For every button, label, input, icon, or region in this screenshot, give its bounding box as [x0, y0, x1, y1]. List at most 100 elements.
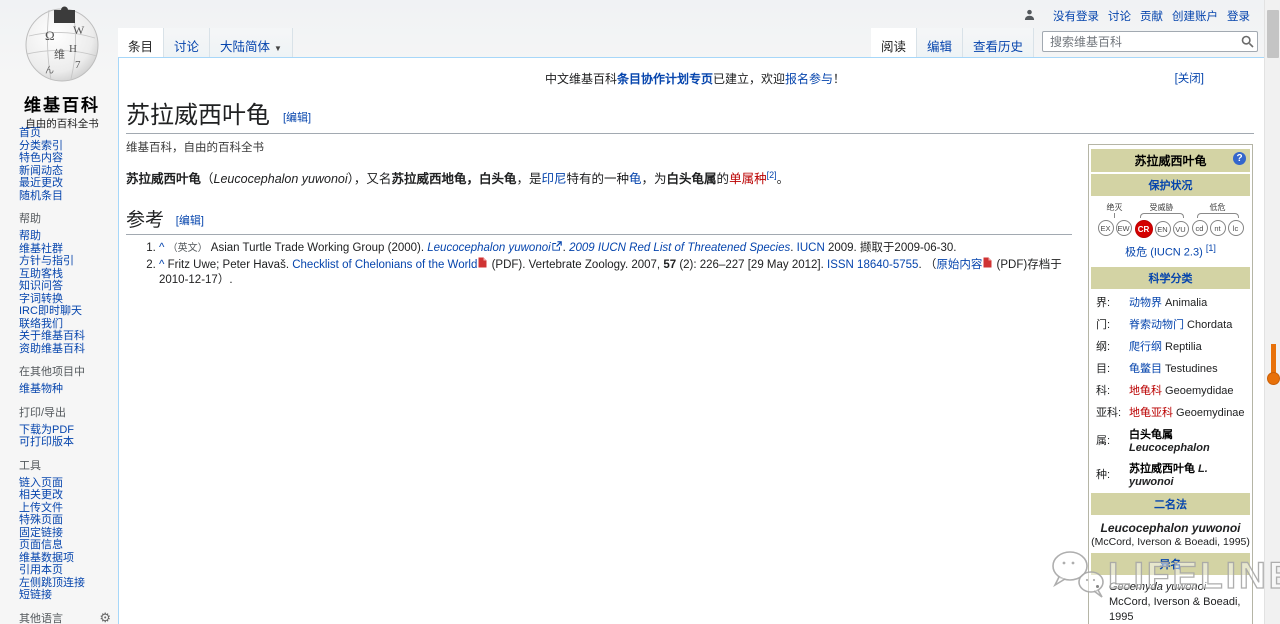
sidebar-item-相关更改[interactable]: 相关更改 [19, 489, 118, 502]
view-tabs: 阅读 编辑 查看历史 [870, 28, 1034, 57]
inline-link[interactable]: 印尼 [541, 172, 566, 186]
sidebar-item-资助维基百科[interactable]: 资助维基百科 [19, 343, 118, 356]
sidebar-item-新闻动态[interactable]: 新闻动态 [19, 165, 118, 178]
sidebar-item-固定链接[interactable]: 固定链接 [19, 527, 118, 540]
search-input[interactable] [1042, 31, 1258, 52]
sidebar-item-分类索引[interactable]: 分类索引 [19, 140, 118, 153]
inline-text: 特有的一种 [566, 172, 629, 187]
personal-link[interactable]: 登录 [1227, 11, 1250, 23]
taxonomy-row: 纲: 爬行纲 Reptilia [1091, 335, 1250, 357]
inline-link[interactable]: 条目协作计划专页 [617, 72, 713, 86]
inline-link[interactable]: 极危 [1125, 247, 1147, 259]
sidebar-item-方针与指引[interactable]: 方针与指引 [19, 255, 118, 268]
title-edit-link[interactable]: [编辑] [283, 112, 311, 124]
binomial-link[interactable]: 二名法 [1154, 499, 1187, 511]
sidebar-item-知识问答[interactable]: 知识问答 [19, 280, 118, 293]
iucn-group-label: 低危 [1209, 203, 1226, 212]
sidebar-item-引用本页[interactable]: 引用本页 [19, 564, 118, 577]
help-icon[interactable]: ? [1233, 152, 1246, 165]
tab-大陆简体[interactable]: 大陆简体 ▼ [210, 28, 293, 57]
inline-link[interactable]: 龟 [629, 172, 642, 186]
pdf-icon[interactable] [983, 257, 992, 271]
sidebar-item-特色内容[interactable]: 特色内容 [19, 152, 118, 165]
inline-link[interactable]: IUCN [797, 242, 825, 254]
sidebar-item-联络我们[interactable]: 联络我们 [19, 318, 118, 331]
taxon-link[interactable]: 龟鳖目 [1129, 363, 1162, 375]
inline-text: (PDF). Vertebrate Zoology. 2007, [488, 259, 664, 272]
inline-link[interactable]: 原始内容 [936, 259, 982, 271]
taxon-link[interactable]: 爬行纲 [1129, 341, 1162, 353]
conservation-status-link[interactable]: 保护状况 [1149, 180, 1193, 192]
sidebar-item-短链接[interactable]: 短链接 [19, 589, 118, 602]
taxon-link[interactable]: 地龟亚科 [1129, 407, 1173, 419]
gear-icon[interactable]: ⚙ [99, 610, 111, 624]
tab-讨论[interactable]: 讨论 [164, 28, 211, 57]
inline-link[interactable]: 单属种 [729, 172, 767, 186]
inline-link[interactable]: ISSN 18640-5755 [827, 259, 918, 271]
inline-link[interactable]: Checklist of Chelonians of the World [292, 259, 477, 271]
inline-link[interactable]: 报名参与 [785, 72, 833, 86]
inline-link[interactable]: ^ [159, 259, 168, 271]
conservation-status-bar: 保护状况 [1091, 174, 1250, 196]
sidebar-item-下载为PDF[interactable]: 下载为PDF [19, 424, 118, 437]
sidebar-item-首页[interactable]: 首页 [19, 127, 118, 140]
sidebar-item-维基物种[interactable]: 维基物种 [19, 383, 118, 396]
inline-link[interactable]: 2009 IUCN Red List of Threatened Species [569, 242, 790, 254]
taxonomy-row: 属: 白头龟属 Leucocephalon [1091, 423, 1250, 457]
references-list: ^ （英文） Asian Turtle Trade Working Group … [126, 240, 1064, 288]
iucn-circles: CR EN VU [1134, 220, 1189, 238]
sidebar-item-特殊页面[interactable]: 特殊页面 [19, 514, 118, 527]
wikipedia-logo[interactable]: Ω W H 维 7 ん 维基百科 自由的百科全书 [12, 6, 112, 131]
sidebar-heading: 其他语言 ⚙ [19, 610, 111, 624]
taxon-link[interactable]: 脊索动物门 [1129, 319, 1184, 331]
taxonomy-rank: 界: [1096, 296, 1111, 309]
sidebar-item-IRC即时聊天[interactable]: IRC即时聊天 [19, 305, 118, 318]
tab-编辑[interactable]: 编辑 [916, 28, 963, 57]
search-icon[interactable] [1241, 35, 1254, 51]
notice-close-link[interactable]: [关闭] [1175, 70, 1204, 86]
inline-link[interactable]: ^ [159, 242, 168, 254]
sidebar-item-链入页面[interactable]: 链入页面 [19, 477, 118, 490]
sidebar-item-随机条目[interactable]: 随机条目 [19, 190, 118, 203]
taxon-link[interactable]: 动物界 [1129, 297, 1162, 309]
personal-link[interactable]: 讨论 [1108, 11, 1131, 23]
binomial-authority: (McCord, Iverson & Boeadi, 1995) [1091, 535, 1250, 548]
sidebar-item-维基社群[interactable]: 维基社群 [19, 243, 118, 256]
inline-text: Asian Turtle Trade Working Group (2000). [207, 241, 428, 254]
sidebar-item-上传文件[interactable]: 上传文件 [19, 502, 118, 515]
inline-link[interactable]: Leucocephalon yuwonoi [427, 242, 550, 254]
pdf-icon[interactable] [478, 257, 487, 271]
taxon-link[interactable]: 地龟科 [1129, 385, 1162, 397]
iucn-brace [1114, 213, 1115, 218]
personal-link[interactable]: 创建账户 [1172, 11, 1218, 23]
synonyms-link[interactable]: 异名 [1160, 559, 1182, 571]
sidebar-item-最近更改[interactable]: 最近更改 [19, 177, 118, 190]
sidebar-item-帮助[interactable]: 帮助 [19, 230, 118, 243]
tab-阅读[interactable]: 阅读 [870, 28, 917, 57]
scrollbar-thumb[interactable] [1267, 10, 1279, 58]
scrollbar-track[interactable] [1264, 0, 1280, 624]
sidebar-item-互助客栈[interactable]: 互助客栈 [19, 268, 118, 281]
sidebar-item-左侧跳顶连接[interactable]: 左侧跳顶连接 [19, 577, 118, 590]
sidebar-item-页面信息[interactable]: 页面信息 [19, 539, 118, 552]
sidebar-item-关于维基百科[interactable]: 关于维基百科 [19, 330, 118, 343]
binomial-name: Leucocephalon yuwonoi [1100, 520, 1241, 535]
sidebar-item-字词转换[interactable]: 字词转换 [19, 293, 118, 306]
tab-查看历史[interactable]: 查看历史 [962, 28, 1034, 57]
svg-text:Ω: Ω [45, 28, 55, 43]
sidebar-item-可打印版本[interactable]: 可打印版本 [19, 436, 118, 449]
inline-text: 中文维基百科 [544, 72, 617, 86]
tab-条目[interactable]: 条目 [118, 28, 165, 57]
chevron-down-icon: ▼ [274, 44, 282, 53]
section-edit-link[interactable]: [编辑] [176, 215, 204, 227]
sidebar-heading-text: 打印/导出 [19, 406, 67, 419]
taxonomy-link[interactable]: 科学分类 [1149, 273, 1193, 285]
personal-link[interactable]: 没有登录 [1053, 11, 1099, 23]
svg-text:维: 维 [54, 48, 65, 61]
inline-link[interactable]: [1] [1206, 243, 1216, 253]
personal-link[interactable]: 贡献 [1140, 11, 1163, 23]
inline-link[interactable]: [2] [767, 170, 777, 180]
inline-link[interactable]: (IUCN 2.3) [1150, 247, 1203, 259]
sidebar-item-维基数据项[interactable]: 维基数据项 [19, 552, 118, 565]
external-link-icon[interactable] [552, 240, 562, 254]
